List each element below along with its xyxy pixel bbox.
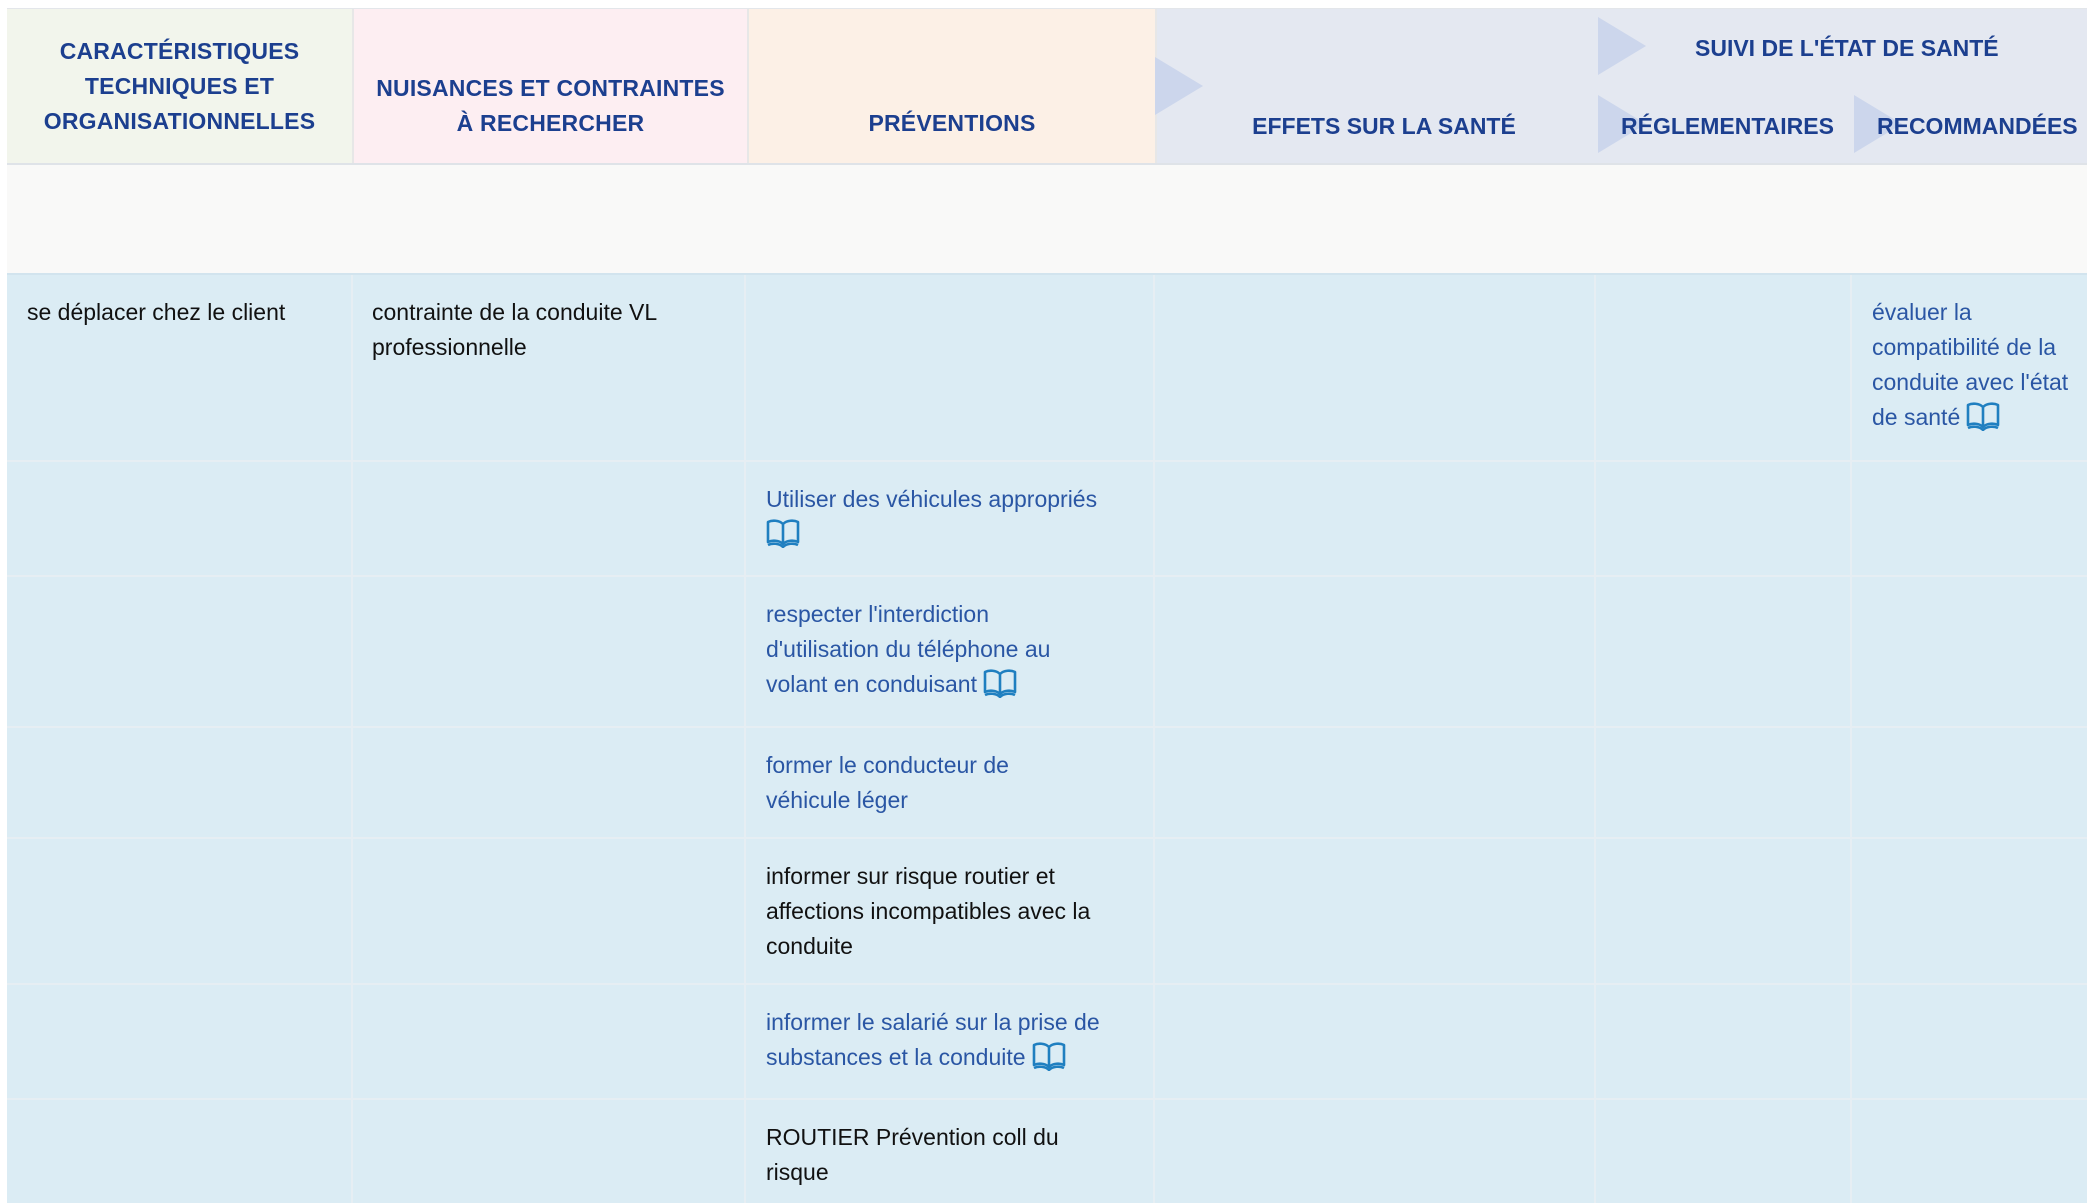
- prevention-link[interactable]: Utiliser des véhicules appropriés: [766, 486, 1097, 512]
- header-effets-sante: EFFETS SUR LA SANTÉ: [1252, 113, 1516, 139]
- header-nuisances-label: NUISANCES ET CONTRAINTES À RECHERCHER: [376, 75, 725, 136]
- header-reglementaires: RÉGLEMENTAIRES: [1621, 113, 1834, 139]
- cell-prevention[interactable]: informer le salarié sur la prise de subs…: [746, 985, 1153, 1075]
- table-row: former le conducteur de véhicule léger: [7, 728, 2087, 839]
- prevention-link[interactable]: former le conducteur de véhicule léger: [766, 752, 1009, 813]
- cell-caracteristique: se déplacer chez le client: [27, 299, 286, 325]
- header-recommandees: RECOMMANDÉES: [1877, 113, 2078, 139]
- book-open-icon[interactable]: [766, 518, 800, 548]
- cell-prevention: ROUTIER Prévention coll du risque: [766, 1124, 1059, 1185]
- table-row: ROUTIER Prévention coll du risque: [7, 1100, 2087, 1203]
- spacer-band: [7, 165, 2087, 273]
- arrow-icon: [1155, 57, 1203, 115]
- table-row: se déplacer chez le client contrainte de…: [7, 275, 2087, 462]
- book-open-icon[interactable]: [1966, 401, 2000, 431]
- table-row: Utiliser des véhicules appropriés: [7, 462, 2087, 577]
- book-open-icon[interactable]: [983, 668, 1017, 698]
- cell-prevention[interactable]: former le conducteur de véhicule léger: [746, 728, 1076, 818]
- cell-prevention[interactable]: Utiliser des véhicules appropriés: [746, 462, 1153, 552]
- header-suivi-etat-sante: SUIVI DE L'ÉTAT DE SANTÉ: [1695, 35, 1999, 61]
- cell-prevention[interactable]: respecter l'interdiction d'utilisation d…: [746, 577, 1116, 702]
- table-row: informer sur risque routier et affection…: [7, 839, 2087, 985]
- header-preventions-label: PRÉVENTIONS: [868, 110, 1036, 136]
- header-sante-inner: EFFETS SUR LA SANTÉ SUIVI DE L'ÉTAT DE S…: [1155, 9, 2087, 163]
- table-header: CARACTÉRISTIQUES TECHNIQUES ET ORGANISAT…: [7, 8, 2087, 166]
- book-open-icon[interactable]: [1032, 1041, 1066, 1071]
- arrow-icon: [1598, 17, 1646, 75]
- header-nuisances: NUISANCES ET CONTRAINTES À RECHERCHER: [352, 9, 747, 163]
- header-caracteristiques: CARACTÉRISTIQUES TECHNIQUES ET ORGANISAT…: [7, 9, 352, 163]
- page: CARACTÉRISTIQUES TECHNIQUES ET ORGANISAT…: [0, 0, 2087, 1203]
- cell-nuisance: contrainte de la conduite VL professionn…: [372, 299, 657, 360]
- header-caracteristiques-label: CARACTÉRISTIQUES TECHNIQUES ET ORGANISAT…: [43, 37, 316, 134]
- table-body: se déplacer chez le client contrainte de…: [7, 273, 2087, 1203]
- cell-recommandee[interactable]: évaluer la compatibilité de la conduite …: [1852, 275, 2087, 435]
- header-preventions: PRÉVENTIONS: [747, 9, 1155, 163]
- cell-prevention: informer sur risque routier et affection…: [766, 863, 1091, 959]
- table-row: informer le salarié sur la prise de subs…: [7, 985, 2087, 1100]
- table-row: respecter l'interdiction d'utilisation d…: [7, 577, 2087, 728]
